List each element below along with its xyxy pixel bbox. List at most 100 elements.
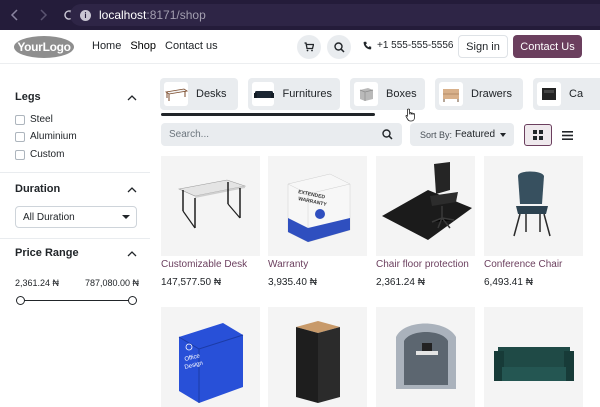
search-icon[interactable] — [382, 129, 393, 140]
price-range-max-handle[interactable] — [127, 296, 137, 305]
sign-in-button[interactable]: Sign in — [458, 35, 508, 58]
price-range-track[interactable] — [20, 300, 132, 301]
legs-option-custom[interactable]: Custom — [15, 149, 64, 160]
conference-chair-image[interactable] — [484, 156, 583, 256]
product-name[interactable]: Conference Chair — [484, 259, 562, 270]
caret-down-icon — [500, 133, 506, 137]
category-boxes[interactable]: Boxes — [350, 78, 425, 110]
category-drawers[interactable]: Drawers — [435, 78, 523, 110]
cart-icon — [304, 42, 314, 52]
option-label: Aluminium — [30, 131, 77, 142]
category-label: Boxes — [386, 88, 417, 100]
hand-cursor-icon — [405, 108, 415, 122]
legs-filter-title: Legs — [15, 91, 41, 103]
cart-button[interactable] — [297, 35, 321, 59]
carousel-scrollbar[interactable] — [161, 113, 375, 116]
product-price: 3,935.40 ₦ — [268, 277, 317, 288]
forward-icon[interactable] — [36, 8, 50, 22]
nav-contact[interactable]: Contact us — [165, 40, 218, 52]
product-card[interactable]: Conference Chair 6,493.41 ₦ — [484, 156, 583, 288]
office-pod-image[interactable] — [376, 307, 475, 407]
chevron-up-icon[interactable] — [127, 187, 137, 193]
nav-shop[interactable]: Shop — [130, 40, 156, 52]
filters-sidebar: Legs Steel Aluminium Custom Duration All… — [0, 64, 150, 407]
duration-select[interactable]: All Duration — [15, 206, 137, 228]
product-price: 2,361.24 ₦ — [376, 277, 425, 288]
product-name[interactable]: Warranty — [268, 259, 308, 270]
duration-selected: All Duration — [23, 211, 75, 223]
sort-by-dropdown[interactable]: Sort By: Featured — [410, 123, 514, 146]
main-nav: Home Shop Contact us — [92, 40, 218, 52]
sort-prefix: Sort By: — [420, 129, 453, 140]
product-price: 147,577.50 ₦ — [161, 277, 222, 288]
search-icon — [333, 41, 345, 53]
site-header: Your Logo Home Shop Contact us +1 555-555… — [0, 30, 600, 64]
product-card[interactable] — [268, 307, 367, 407]
category-label: Ca — [569, 88, 584, 100]
office-design-box-image[interactable]: Office Design — [161, 307, 260, 407]
divider — [0, 238, 150, 239]
category-ca[interactable]: Ca — [533, 78, 600, 110]
browser-toolbar: i localhost:8171/shop — [0, 0, 600, 30]
legs-option-steel[interactable]: Steel — [15, 114, 53, 125]
price-range-min-handle[interactable] — [15, 296, 25, 305]
site-info-icon[interactable]: i — [80, 9, 91, 21]
desk-image[interactable] — [161, 156, 260, 256]
product-name[interactable]: Customizable Desk — [161, 259, 247, 270]
product-card[interactable] — [484, 307, 583, 407]
price-min-label: 2,361.24 ₦ — [15, 278, 60, 288]
category-label: Desks — [196, 88, 227, 100]
contact-us-button[interactable]: Contact Us — [513, 35, 582, 58]
nav-home[interactable]: Home — [92, 40, 121, 52]
product-card[interactable]: Chair floor protection 2,361.24 ₦ — [376, 156, 475, 288]
caret-down-icon — [122, 215, 130, 219]
url-text: localhost:8171/shop — [99, 8, 206, 22]
phone-icon — [363, 41, 372, 50]
list-icon — [561, 130, 573, 140]
price-range-title: Price Range — [15, 247, 79, 259]
address-bar[interactable]: i localhost:8171/shop — [70, 4, 600, 26]
option-label: Steel — [30, 114, 53, 125]
option-label: Custom — [30, 149, 65, 160]
sort-value: Featured — [455, 129, 496, 140]
product-price: 6,493.41 ₦ — [484, 277, 533, 288]
box-thumbnail — [354, 82, 378, 106]
duration-filter-title: Duration — [15, 183, 61, 195]
phone-number: +1 555-555-5556 — [377, 40, 454, 51]
warranty-box-image[interactable]: EXTENDED WARRANTY — [268, 156, 367, 256]
product-card[interactable]: Office Design — [161, 307, 260, 407]
checkbox[interactable] — [15, 149, 25, 160]
sofa-image[interactable] — [484, 307, 583, 407]
search-button[interactable] — [327, 35, 351, 59]
category-furnitures[interactable]: Furnitures — [248, 78, 340, 110]
chevron-up-icon[interactable] — [127, 251, 137, 257]
chevron-up-icon[interactable] — [127, 95, 137, 101]
wood-pedestal-image[interactable] — [268, 307, 367, 407]
grid-icon — [533, 130, 543, 140]
chair-mat-image[interactable] — [376, 156, 475, 256]
checkbox[interactable] — [15, 131, 25, 142]
product-name[interactable]: Chair floor protection — [376, 259, 469, 270]
price-max-label: 787,080.00 ₦ — [85, 278, 140, 288]
category-desks[interactable]: Desks — [160, 78, 238, 110]
cabinet-thumbnail — [537, 82, 561, 106]
search-placeholder: Search... — [169, 129, 210, 140]
desk-thumbnail — [164, 82, 188, 106]
grid-view-button[interactable] — [524, 124, 552, 146]
checkbox[interactable] — [15, 114, 25, 125]
product-card[interactable] — [376, 307, 475, 407]
divider — [0, 172, 150, 173]
category-label: Furnitures — [282, 88, 332, 100]
product-card[interactable]: EXTENDED WARRANTY Warranty 3,935.40 ₦ — [268, 156, 367, 288]
product-search-input[interactable]: Search... — [161, 123, 402, 146]
phone-contact[interactable]: +1 555-555-5556 — [363, 40, 453, 51]
category-carousel: Desks Furnitures Boxes Drawers Ca — [160, 78, 600, 111]
category-label: Drawers — [471, 88, 512, 100]
back-icon[interactable] — [8, 8, 22, 22]
product-card[interactable]: Customizable Desk 147,577.50 ₦ — [161, 156, 260, 288]
list-view-button[interactable] — [553, 124, 581, 146]
sofa-thumbnail — [252, 82, 275, 106]
drawer-thumbnail — [439, 82, 463, 106]
legs-option-aluminium[interactable]: Aluminium — [15, 131, 77, 142]
site-logo[interactable]: Your Logo — [14, 36, 74, 58]
